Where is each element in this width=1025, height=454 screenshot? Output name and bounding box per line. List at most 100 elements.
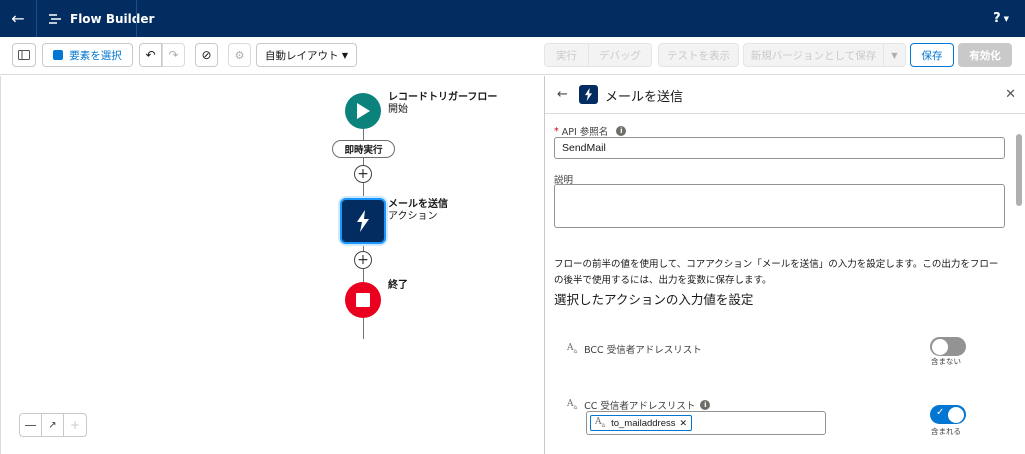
gear-icon: ⚙ [234,48,245,62]
resource-pill-label: to_mailaddress [611,417,676,429]
cc-input-label: Aa CC 受信者アドレスリスト i [567,398,711,412]
help-text: フローの前半の値を使用して、コアアクション「メールを送信」の入力を設定します。こ… [554,259,999,286]
property-panel: ← メールを送信 ✕ * API 参照名 i SendMail 説明 フローの前… [544,76,1025,454]
path-label[interactable]: 即時実行 [332,140,395,158]
save-button[interactable]: 保存 [910,43,954,67]
debug-button[interactable]: デバッグ [588,43,652,67]
start-node[interactable] [345,93,381,129]
toggle-knob [948,406,964,423]
resource-pill[interactable]: Aa to_mailaddress ✕ [590,415,693,431]
text-type-icon: Aa [567,343,578,355]
arrow-left-icon[interactable]: ← [557,87,568,102]
select-elements-icon [53,50,64,60]
end-node[interactable] [345,282,381,318]
app-title: Flow Builder [48,0,154,37]
layout-select[interactable]: 自動レイアウト ▼ [256,43,357,67]
fit-view-button[interactable]: ↗ [42,414,64,436]
save-menu-button[interactable]: ▼ [883,43,906,67]
chevron-down-icon: ▼ [891,50,898,60]
api-name-label: * API 参照名 i [554,124,627,138]
redo-button[interactable]: ↷ [162,43,185,67]
api-name-value: SendMail [562,142,606,154]
save-as-new-version-button[interactable]: 新規バージョンとして保存 [743,43,884,67]
header-divider [136,0,137,37]
path-label-text: 即時実行 [344,145,383,156]
zoom-controls: — ↗ + [19,413,87,437]
flow-icon [49,13,61,24]
bcc-label-text: BCC 受信者アドレスリスト [584,345,702,356]
close-icon[interactable]: ✕ [680,418,688,429]
toggle-knob [932,338,948,355]
bcc-include-toggle[interactable] [930,337,966,356]
start-node-title: レコードトリガーフロー [388,92,498,103]
run-label: 実行 [556,49,577,62]
zoom-in-button[interactable]: + [64,414,86,436]
toolbar: 要素を選択 ↶ ↷ ⊘ ⚙ 自動レイアウト ▼ 実行 デバッグ テストを表示 新… [0,37,1025,75]
redo-icon: ↷ [168,48,179,62]
save-as-new-version-label: 新規バージョンとして保存 [750,49,877,62]
activate-label: 有効化 [969,49,1001,62]
minus-icon: — [24,418,37,432]
action-node[interactable] [340,198,386,244]
bcc-toggle-caption: 含まない [931,357,961,366]
show-tests-label: テストを表示 [667,49,730,62]
add-element-button[interactable]: + [354,165,372,183]
panel-left-icon [18,50,30,60]
layout-select-value: 自動レイアウト [265,49,339,62]
select-elements-button[interactable]: 要素を選択 [42,43,133,67]
panel-header: ← メールを送信 ✕ [545,76,1025,114]
add-element-button[interactable]: + [354,251,372,269]
cc-value-input[interactable]: Aa to_mailaddress ✕ [586,411,826,435]
api-name-label-text: API 参照名 [561,127,609,138]
chevron-down-icon: ▼ [1003,14,1009,23]
run-button[interactable]: 実行 [544,43,589,67]
undo-button[interactable]: ↶ [139,43,162,67]
app-title-text: Flow Builder [70,11,155,26]
flow-canvas[interactable]: レコードトリガーフロー 開始 即時実行 + メールを送信 アクション + 終了 … [0,76,544,454]
help-button[interactable]: ? ▼ [993,0,1009,37]
toggle-panel-button[interactable] [12,43,36,67]
check-icon: ✓ [936,407,945,418]
bcc-input-label: Aa BCC 受信者アドレスリスト [567,342,702,356]
select-elements-label: 要素を選択 [69,49,122,62]
debug-label: デバッグ [599,49,641,62]
arrow-left-icon: ← [11,9,25,28]
stop-icon [356,293,370,307]
lightning-icon [579,85,598,104]
cc-include-toggle[interactable]: ✓ [930,405,966,424]
activate-button[interactable]: 有効化 [958,43,1012,67]
undo-icon: ↶ [145,48,156,62]
close-icon[interactable]: ✕ [1005,87,1016,102]
panel-scrollbar[interactable] [1016,134,1022,206]
panel-title: メールを送信 [605,90,684,105]
plus-icon: + [357,166,369,182]
required-marker: * [554,125,559,137]
play-icon [357,103,370,119]
text-type-icon: Aa [567,399,578,411]
ban-icon: ⊘ [201,48,212,62]
cc-toggle-caption: 含まれる [931,427,961,436]
info-icon[interactable]: i [616,126,627,136]
end-node-label: 終了 [388,280,408,292]
info-icon[interactable]: i [700,400,711,410]
cc-label-text: CC 受信者アドレスリスト [584,401,696,412]
lightning-icon [357,210,369,232]
help-icon: ? [993,11,1001,26]
app-header: ← Flow Builder ? ▼ [0,0,1025,37]
section-title: 選択したアクションの入力値を設定 [554,292,754,307]
show-tests-button[interactable]: テストを表示 [658,43,739,67]
api-name-input[interactable]: SendMail [554,137,1005,159]
action-node-title: メールを送信 [388,199,448,210]
chevron-down-icon: ▼ [341,50,348,60]
contract-icon: ↗ [48,419,57,431]
description-textarea[interactable] [554,184,1005,228]
settings-button[interactable]: ⚙ [228,43,251,67]
plus-icon: + [69,418,81,432]
action-node-subtitle: アクション [388,211,438,222]
plus-icon: + [357,252,369,268]
end-node-title: 終了 [388,280,408,291]
back-button[interactable]: ← [0,0,37,37]
save-label: 保存 [921,49,943,62]
errors-button[interactable]: ⊘ [195,43,218,67]
zoom-out-button[interactable]: — [20,414,42,436]
